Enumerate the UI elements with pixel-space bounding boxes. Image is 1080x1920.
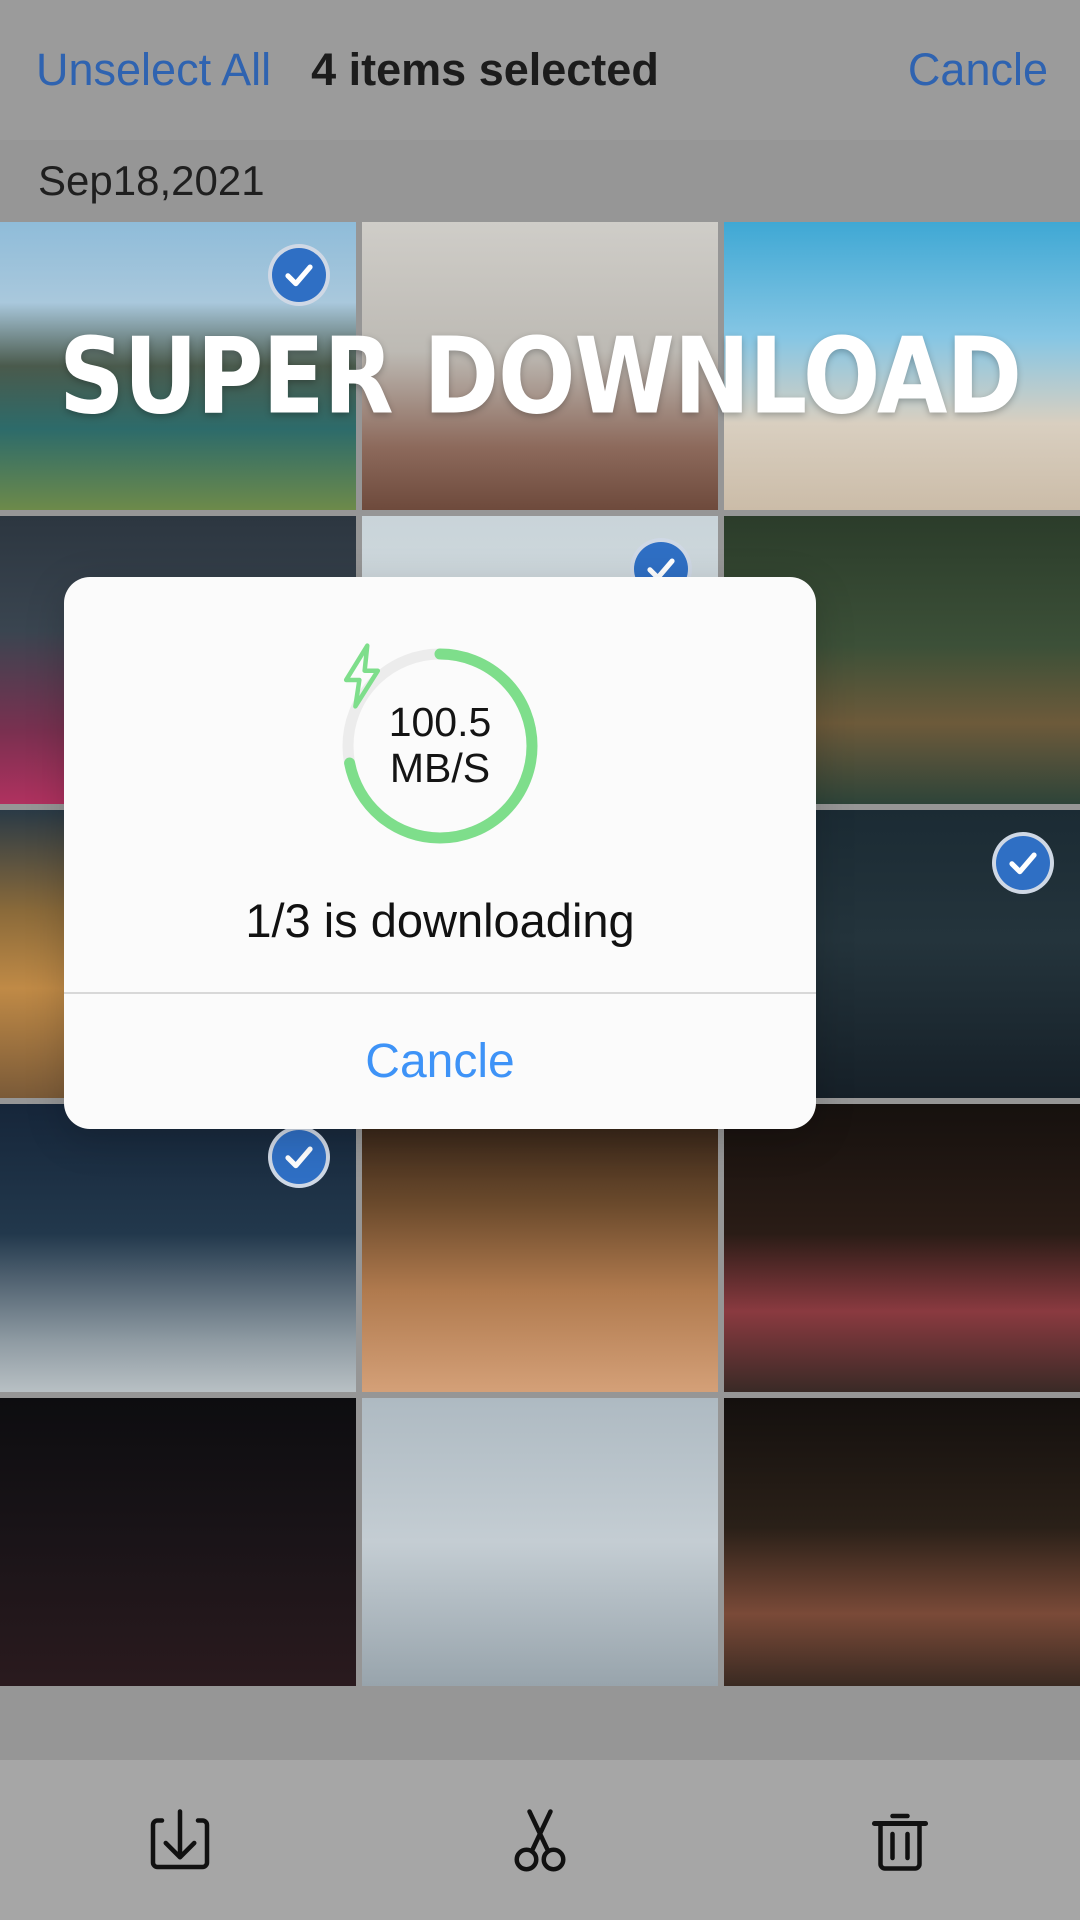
unselect-all-button[interactable]: Unselect All <box>36 44 271 96</box>
date-section-header: Sep18,2021 <box>0 140 1080 222</box>
download-speed-value: 100.5 <box>388 699 492 746</box>
photo-cell[interactable] <box>362 1104 718 1392</box>
trash-icon <box>871 1813 929 1871</box>
santorini-coast-photo <box>724 222 1080 510</box>
photo-cell[interactable] <box>362 222 718 510</box>
selection-count-label: 4 items selected <box>311 44 659 95</box>
red-beret-woman-photo <box>724 1104 1080 1392</box>
photo-cell[interactable] <box>0 222 356 510</box>
photo-gallery-screen: Unselect All 4 items selected Cancle Sep… <box>0 0 1080 1920</box>
selection-toolbar: Unselect All 4 items selected Cancle <box>0 0 1080 140</box>
woman-window-photo <box>362 222 718 510</box>
cloud-sky-photo <box>362 1398 718 1686</box>
checkmark-icon <box>285 1146 313 1169</box>
photo-cell[interactable] <box>724 222 1080 510</box>
curly-hair-woman-photo <box>362 1104 718 1392</box>
download-button[interactable] <box>120 1780 240 1900</box>
download-progress-dialog: 100.5 MB/S 1/3 is downloading Cancle <box>64 577 816 1129</box>
selected-check-badge[interactable] <box>268 1126 330 1188</box>
photo-cell[interactable] <box>362 1398 718 1686</box>
selected-check-badge[interactable] <box>992 832 1054 894</box>
date-label: Sep18,2021 <box>38 157 265 204</box>
photo-cell[interactable] <box>0 1398 356 1686</box>
download-icon <box>150 1809 210 1870</box>
selected-check-badge[interactable] <box>268 244 330 306</box>
checkmark-icon <box>285 264 313 287</box>
cut-button[interactable] <box>480 1780 600 1900</box>
checkmark-icon <box>1009 852 1037 875</box>
dark-abstract-photo <box>0 1398 356 1686</box>
speed-gauge: 100.5 MB/S <box>337 643 543 849</box>
dialog-cancel-button[interactable]: Cancle <box>64 994 816 1129</box>
scissors-icon <box>514 1809 566 1872</box>
download-speed-unit: MB/S <box>389 745 491 791</box>
cancel-selection-button[interactable]: Cancle <box>908 44 1048 96</box>
download-status-text: 1/3 is downloading <box>245 894 635 947</box>
delete-button[interactable] <box>840 1780 960 1900</box>
photo-cell[interactable] <box>0 1104 356 1392</box>
photo-cell[interactable] <box>724 1104 1080 1392</box>
action-toolbar <box>0 1760 1080 1920</box>
desk-books-photo <box>724 1398 1080 1686</box>
lightning-bolt-icon <box>343 643 381 709</box>
photo-cell[interactable] <box>724 1398 1080 1686</box>
